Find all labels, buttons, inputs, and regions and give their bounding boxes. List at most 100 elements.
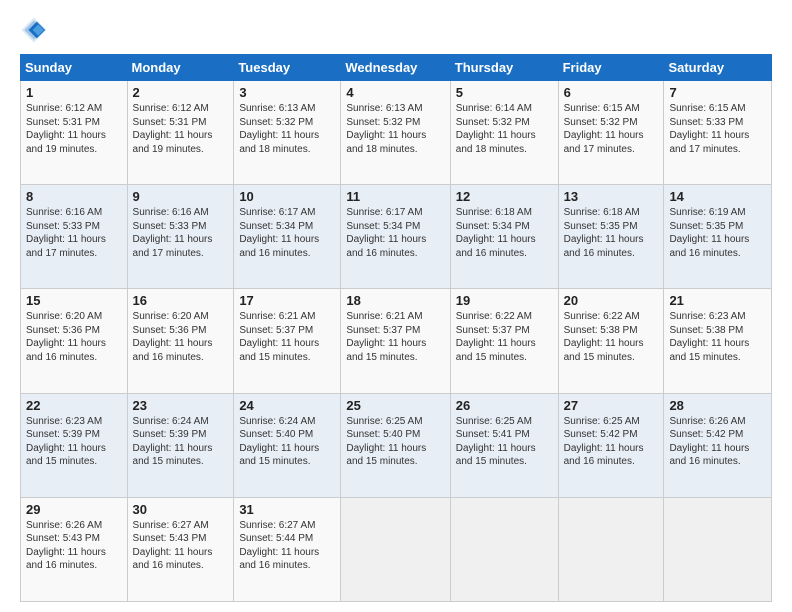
logo <box>20 16 52 44</box>
day-info: Sunrise: 6:15 AM Sunset: 5:32 PM Dayligh… <box>564 102 659 156</box>
day-cell: 16 Sunrise: 6:20 AM Sunset: 5:36 PM Dayli… <box>127 289 234 393</box>
day-cell: 25Sunrise: 6:25 AM Sunset: 5:40 PM Dayli… <box>341 393 450 497</box>
day-cell: 28 Sunrise: 6:26 AM Sunset: 5:42 PM Dayli… <box>664 393 772 497</box>
day-cell <box>558 497 664 601</box>
day-info: Sunrise: 6:22 AM Sunset: 5:37 PM Dayligh… <box>456 310 553 364</box>
logo-icon <box>20 16 48 44</box>
day-cell: 7 Sunrise: 6:15 AM Sunset: 5:33 PM Daylig… <box>664 81 772 185</box>
day-cell <box>664 497 772 601</box>
day-cell: 13 Sunrise: 6:18 AM Sunset: 5:35 PM Dayli… <box>558 185 664 289</box>
day-cell: 1 Sunrise: 6:12 AM Sunset: 5:31 PM Daylig… <box>21 81 128 185</box>
day-number: 6 <box>564 85 659 100</box>
day-cell: 18 Sunrise: 6:21 AM Sunset: 5:37 PM Dayli… <box>341 289 450 393</box>
day-info: Sunrise: 6:14 AM Sunset: 5:32 PM Dayligh… <box>456 102 553 156</box>
day-cell: 15Sunrise: 6:20 AM Sunset: 5:36 PM Dayli… <box>21 289 128 393</box>
day-number: 11 <box>346 189 444 204</box>
day-info: Sunrise: 6:25 AM Sunset: 5:42 PM Dayligh… <box>564 415 659 469</box>
day-info: Sunrise: 6:27 AM Sunset: 5:43 PM Dayligh… <box>133 519 229 573</box>
day-info: Sunrise: 6:24 AM Sunset: 5:39 PM Dayligh… <box>133 415 229 469</box>
day-info: Sunrise: 6:13 AM Sunset: 5:32 PM Dayligh… <box>346 102 444 156</box>
day-info: Sunrise: 6:23 AM Sunset: 5:39 PM Dayligh… <box>26 415 122 469</box>
day-cell: 22 Sunrise: 6:23 AM Sunset: 5:39 PM Dayli… <box>21 393 128 497</box>
day-info: Sunrise: 6:20 AM Sunset: 5:36 PM Dayligh… <box>26 310 122 364</box>
day-number: 14 <box>669 189 766 204</box>
day-info: Sunrise: 6:21 AM Sunset: 5:37 PM Dayligh… <box>346 310 444 364</box>
day-cell <box>341 497 450 601</box>
weekday-header-saturday: Saturday <box>664 55 772 81</box>
calendar-table: SundayMondayTuesdayWednesdayThursdayFrid… <box>20 54 772 602</box>
day-cell: 29 Sunrise: 6:26 AM Sunset: 5:43 PM Dayli… <box>21 497 128 601</box>
day-cell: 17 Sunrise: 6:21 AM Sunset: 5:37 PM Dayli… <box>234 289 341 393</box>
day-cell: 24 Sunrise: 6:24 AM Sunset: 5:40 PM Dayli… <box>234 393 341 497</box>
week-row-5: 29 Sunrise: 6:26 AM Sunset: 5:43 PM Dayli… <box>21 497 772 601</box>
day-number: 29 <box>26 502 122 517</box>
day-info: Sunrise: 6:23 AM Sunset: 5:38 PM Dayligh… <box>669 310 766 364</box>
day-info: Sunrise: 6:19 AM Sunset: 5:35 PM Dayligh… <box>669 206 766 260</box>
day-cell: 6 Sunrise: 6:15 AM Sunset: 5:32 PM Daylig… <box>558 81 664 185</box>
day-info: Sunrise: 6:16 AM Sunset: 5:33 PM Dayligh… <box>133 206 229 260</box>
day-info: Sunrise: 6:16 AM Sunset: 5:33 PM Dayligh… <box>26 206 122 260</box>
day-number: 26 <box>456 398 553 413</box>
day-cell: 9Sunrise: 6:16 AM Sunset: 5:33 PM Daylig… <box>127 185 234 289</box>
day-number: 25 <box>346 398 444 413</box>
day-cell: 4 Sunrise: 6:13 AM Sunset: 5:32 PM Daylig… <box>341 81 450 185</box>
day-number: 31 <box>239 502 335 517</box>
day-cell: 26 Sunrise: 6:25 AM Sunset: 5:41 PM Dayli… <box>450 393 558 497</box>
day-info: Sunrise: 6:12 AM Sunset: 5:31 PM Dayligh… <box>26 102 122 156</box>
day-info: Sunrise: 6:17 AM Sunset: 5:34 PM Dayligh… <box>346 206 444 260</box>
weekday-header-tuesday: Tuesday <box>234 55 341 81</box>
day-cell: 12Sunrise: 6:18 AM Sunset: 5:34 PM Dayli… <box>450 185 558 289</box>
day-number: 4 <box>346 85 444 100</box>
day-number: 12 <box>456 189 553 204</box>
day-number: 28 <box>669 398 766 413</box>
day-number: 8 <box>26 189 122 204</box>
day-info: Sunrise: 6:25 AM Sunset: 5:41 PM Dayligh… <box>456 415 553 469</box>
day-info: Sunrise: 6:27 AM Sunset: 5:44 PM Dayligh… <box>239 519 335 573</box>
day-number: 27 <box>564 398 659 413</box>
day-number: 3 <box>239 85 335 100</box>
day-number: 17 <box>239 293 335 308</box>
day-info: Sunrise: 6:15 AM Sunset: 5:33 PM Dayligh… <box>669 102 766 156</box>
weekday-header-friday: Friday <box>558 55 664 81</box>
weekday-header-wednesday: Wednesday <box>341 55 450 81</box>
day-cell: 2Sunrise: 6:12 AM Sunset: 5:31 PM Daylig… <box>127 81 234 185</box>
day-number: 22 <box>26 398 122 413</box>
day-info: Sunrise: 6:18 AM Sunset: 5:35 PM Dayligh… <box>564 206 659 260</box>
day-number: 1 <box>26 85 122 100</box>
day-info: Sunrise: 6:24 AM Sunset: 5:40 PM Dayligh… <box>239 415 335 469</box>
weekday-header-monday: Monday <box>127 55 234 81</box>
weekday-header-sunday: Sunday <box>21 55 128 81</box>
day-info: Sunrise: 6:21 AM Sunset: 5:37 PM Dayligh… <box>239 310 335 364</box>
day-cell: 3 Sunrise: 6:13 AM Sunset: 5:32 PM Daylig… <box>234 81 341 185</box>
day-cell: 21 Sunrise: 6:23 AM Sunset: 5:38 PM Dayli… <box>664 289 772 393</box>
day-info: Sunrise: 6:26 AM Sunset: 5:42 PM Dayligh… <box>669 415 766 469</box>
day-info: Sunrise: 6:13 AM Sunset: 5:32 PM Dayligh… <box>239 102 335 156</box>
day-number: 16 <box>133 293 229 308</box>
week-row-2: 8 Sunrise: 6:16 AM Sunset: 5:33 PM Daylig… <box>21 185 772 289</box>
day-cell: 10Sunrise: 6:17 AM Sunset: 5:34 PM Dayli… <box>234 185 341 289</box>
day-cell: 8 Sunrise: 6:16 AM Sunset: 5:33 PM Daylig… <box>21 185 128 289</box>
day-info: Sunrise: 6:17 AM Sunset: 5:34 PM Dayligh… <box>239 206 335 260</box>
day-number: 13 <box>564 189 659 204</box>
day-number: 21 <box>669 293 766 308</box>
day-info: Sunrise: 6:26 AM Sunset: 5:43 PM Dayligh… <box>26 519 122 573</box>
day-number: 19 <box>456 293 553 308</box>
day-cell: 30Sunrise: 6:27 AM Sunset: 5:43 PM Dayli… <box>127 497 234 601</box>
day-cell: 31 Sunrise: 6:27 AM Sunset: 5:44 PM Dayli… <box>234 497 341 601</box>
day-number: 18 <box>346 293 444 308</box>
day-cell: 20Sunrise: 6:22 AM Sunset: 5:38 PM Dayli… <box>558 289 664 393</box>
day-cell: 23 Sunrise: 6:24 AM Sunset: 5:39 PM Dayli… <box>127 393 234 497</box>
day-number: 23 <box>133 398 229 413</box>
day-number: 5 <box>456 85 553 100</box>
day-number: 7 <box>669 85 766 100</box>
day-number: 2 <box>133 85 229 100</box>
week-row-1: 1 Sunrise: 6:12 AM Sunset: 5:31 PM Daylig… <box>21 81 772 185</box>
weekday-header-thursday: Thursday <box>450 55 558 81</box>
weekday-header-row: SundayMondayTuesdayWednesdayThursdayFrid… <box>21 55 772 81</box>
day-info: Sunrise: 6:20 AM Sunset: 5:36 PM Dayligh… <box>133 310 229 364</box>
day-cell: 5 Sunrise: 6:14 AM Sunset: 5:32 PM Daylig… <box>450 81 558 185</box>
week-row-3: 15Sunrise: 6:20 AM Sunset: 5:36 PM Dayli… <box>21 289 772 393</box>
header <box>20 16 772 44</box>
day-number: 24 <box>239 398 335 413</box>
week-row-4: 22 Sunrise: 6:23 AM Sunset: 5:39 PM Dayli… <box>21 393 772 497</box>
